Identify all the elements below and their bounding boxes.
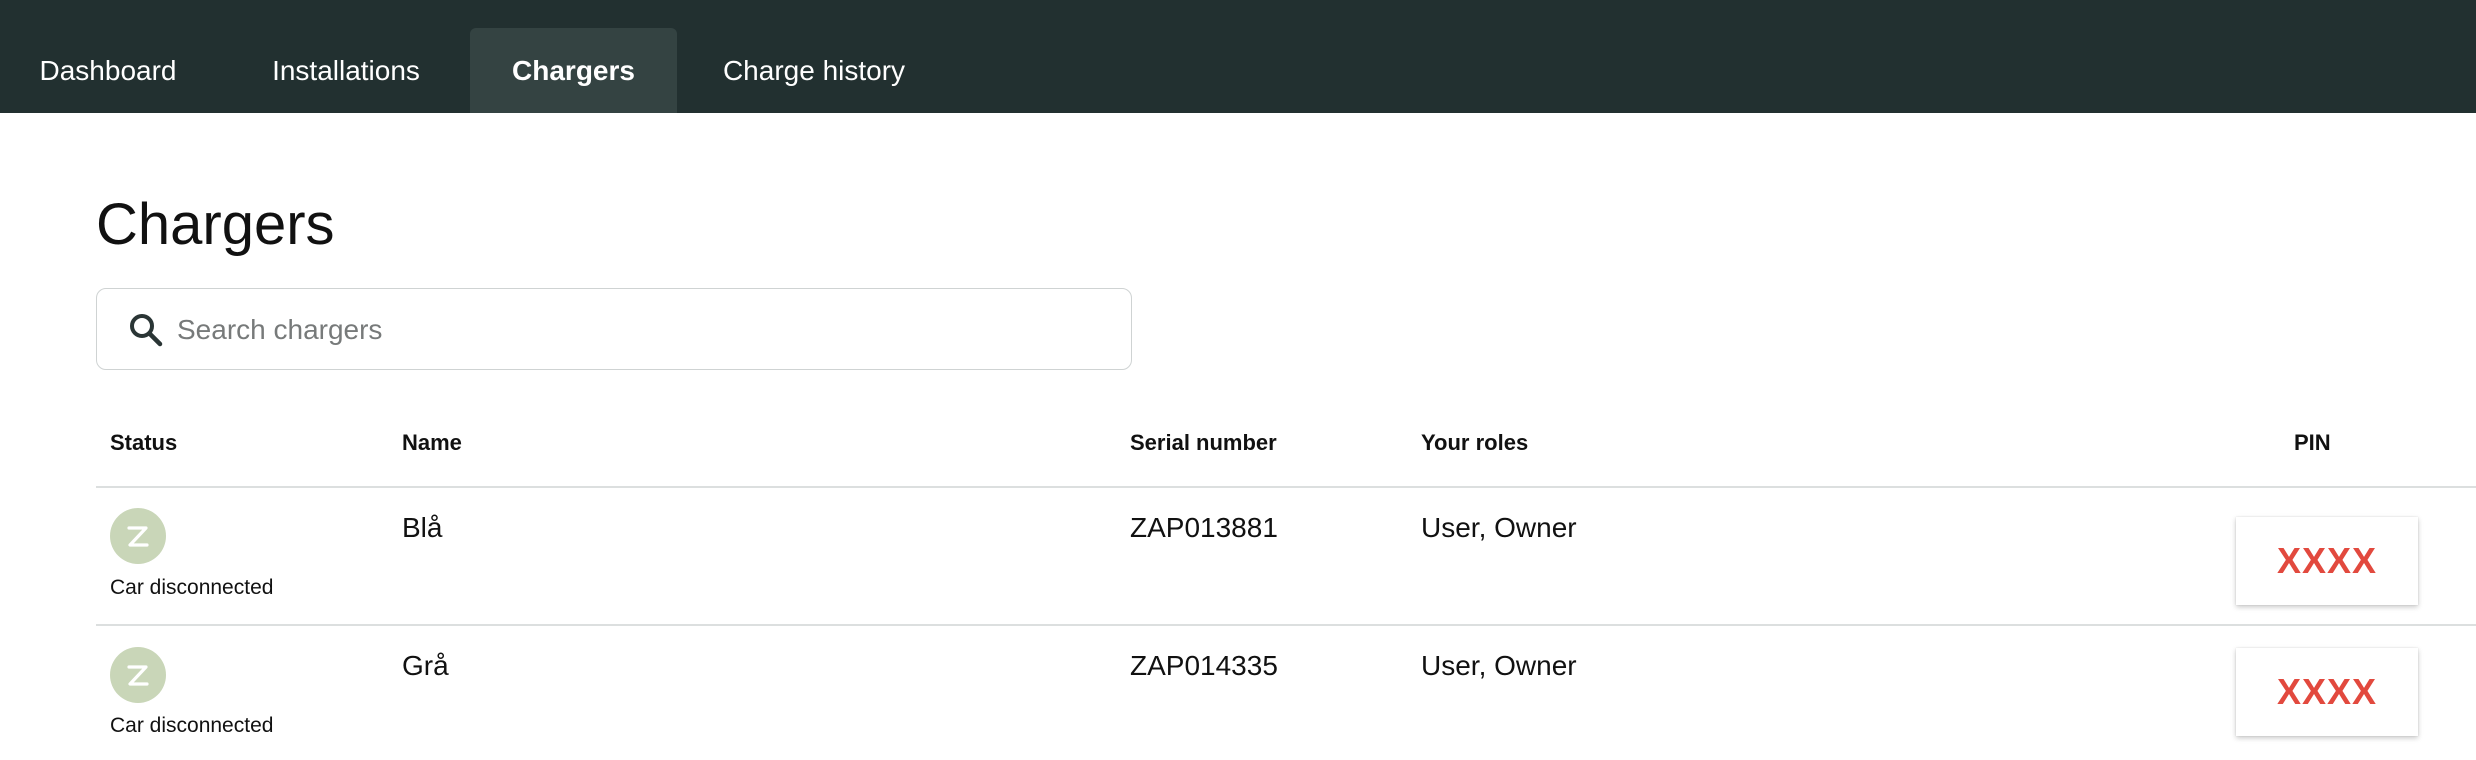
search-box[interactable] [96,288,1132,370]
column-header-your-roles: Your roles [1421,430,1529,455]
page-title: Chargers [96,192,335,257]
tab-installations[interactable]: Installations [228,28,464,113]
status-label: Car disconnected [110,576,274,599]
charger-name[interactable]: Blå [402,512,442,544]
status-label: Car disconnected [110,714,274,737]
tab-charge-history[interactable]: Charge history [688,28,940,113]
tab-installations-label: Installations [272,54,420,86]
row-divider [96,624,2476,626]
column-header-pin: PIN [2294,430,2331,455]
top-navigation: Dashboard Installations Chargers Charge … [0,0,2476,113]
zaptec-logo-icon [110,647,166,703]
zaptec-logo-icon [110,508,166,564]
search-icon [127,311,165,349]
serial-number: ZAP014335 [1130,650,1278,681]
your-roles: User, Owner [1421,512,1577,543]
search-input[interactable] [175,303,1099,357]
tab-dashboard-label: Dashboard [39,54,177,86]
your-roles: User, Owner [1421,650,1577,681]
tab-chargers[interactable]: Chargers [470,28,677,113]
column-header-status: Status [110,430,178,455]
tab-charge-history-label: Charge history [722,54,906,86]
charger-name[interactable]: Grå [402,650,449,682]
tab-dashboard[interactable]: Dashboard [0,28,216,113]
pin-button[interactable]: XXXX [2236,517,2418,605]
pin-button[interactable]: XXXX [2236,648,2418,736]
header-divider [96,486,2476,488]
tab-chargers-label: Chargers [512,54,635,86]
serial-number: ZAP013881 [1130,512,1278,543]
column-header-name: Name [402,430,462,455]
column-header-serial-number: Serial number [1130,430,1277,455]
